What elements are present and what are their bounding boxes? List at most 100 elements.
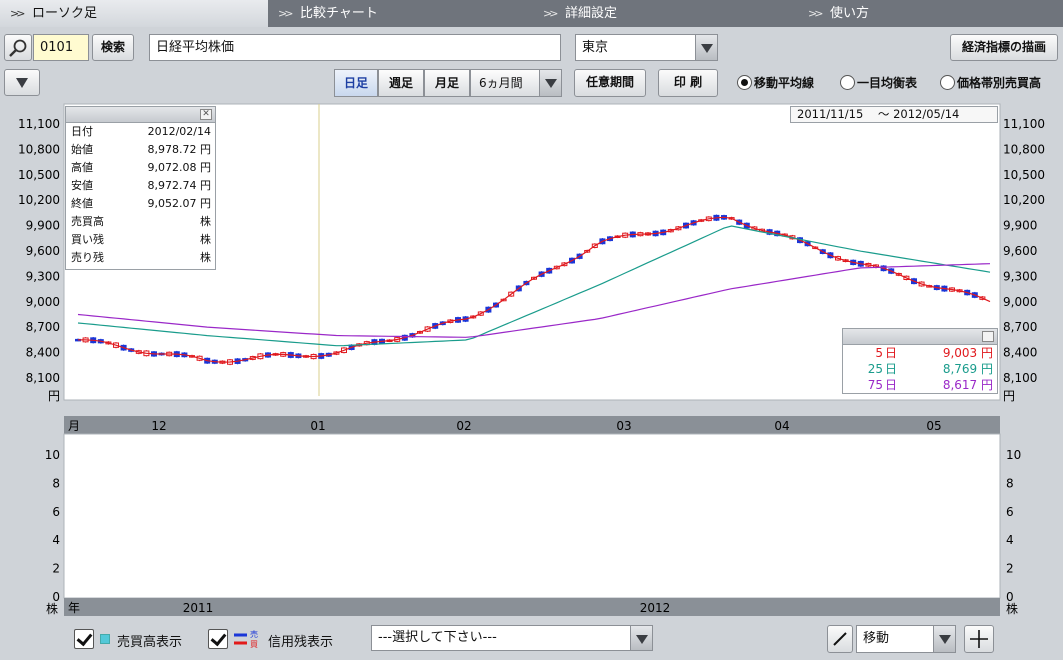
ma-row: 75 日 8,617 円 bbox=[843, 377, 997, 393]
price-tick-label: 8,400 bbox=[1003, 346, 1037, 360]
tab-help[interactable]: >> 使い方 bbox=[798, 0, 1063, 27]
stock-name-field[interactable]: 日経平均株価 bbox=[149, 34, 561, 61]
info-key: 高値 bbox=[71, 161, 93, 174]
ma-days: 75 bbox=[867, 378, 883, 392]
info-row: 高値 9,072.08 円 bbox=[66, 159, 215, 177]
triangle-down-icon bbox=[16, 78, 28, 88]
price-tick-label: 11,100 bbox=[18, 117, 60, 131]
overlay-volume-profile[interactable]: 価格帯別売買高 bbox=[940, 74, 1041, 92]
chevron-icon: >> bbox=[808, 7, 824, 20]
ma-row: 5 日 9,003 円 bbox=[843, 345, 997, 361]
custom-period-button[interactable]: 任意期間 bbox=[574, 69, 646, 97]
chevron-down-icon bbox=[539, 70, 561, 96]
info-row: 売り残 株 bbox=[66, 249, 215, 267]
menu-dropdown-button[interactable] bbox=[4, 69, 40, 96]
info-value: 株 bbox=[200, 251, 211, 264]
tab-bar: >> ローソク足 >> 比較チャート >> 詳細設定 >> 使い方 bbox=[0, 0, 1063, 27]
month-tick-label: 01 bbox=[310, 419, 325, 433]
price-tick-label: 8,100 bbox=[26, 371, 60, 385]
economic-indicator-button[interactable]: 経済指標の描画 bbox=[950, 34, 1058, 61]
volume-label: 売買高表示 bbox=[117, 635, 183, 650]
volume-unit: 株 bbox=[46, 601, 58, 616]
margin-checkbox[interactable] bbox=[208, 629, 228, 649]
minimize-icon[interactable] bbox=[982, 331, 994, 342]
price-tick-label: 10,500 bbox=[1003, 168, 1045, 182]
tool-select[interactable]: 移動 bbox=[856, 625, 956, 653]
chevron-down-icon bbox=[630, 626, 652, 650]
volume-unit: 株 bbox=[1006, 601, 1018, 616]
market-select[interactable]: 東京 bbox=[575, 34, 718, 61]
crosshair-button[interactable] bbox=[964, 625, 994, 653]
search-icon-button[interactable] bbox=[4, 34, 32, 61]
app-window: >> ローソク足 >> 比較チャート >> 詳細設定 >> 使い方 0101 検索 日経… bbox=[0, 0, 1063, 660]
price-tick-label: 9,000 bbox=[26, 295, 60, 309]
period-daily[interactable]: 日足 bbox=[334, 69, 378, 97]
print-button[interactable]: 印 刷 bbox=[658, 69, 718, 97]
price-unit: 円 bbox=[1003, 389, 1015, 403]
ma-rows: 5 日 9,003 円 25 日 8,769 円 75 日 8,617 円 bbox=[843, 345, 997, 393]
volume-tick-label: 8 bbox=[52, 476, 60, 490]
month-tick-label: 04 bbox=[774, 419, 789, 433]
year-tick-label: 2012 bbox=[640, 601, 671, 615]
range-from: 2011/11/15 bbox=[797, 107, 864, 121]
overlay-moving-average[interactable]: 移動平均線 bbox=[737, 74, 814, 92]
ma-unit: 日 bbox=[885, 378, 898, 392]
volume-tick-label: 2 bbox=[52, 562, 60, 576]
radio-label: 移動平均線 bbox=[754, 76, 815, 90]
chevron-down-icon bbox=[933, 626, 955, 652]
line-tool-icon bbox=[833, 632, 847, 646]
search-button[interactable]: 検索 bbox=[92, 34, 134, 61]
price-tick-label: 10,800 bbox=[18, 142, 60, 156]
volume-tick-label: 6 bbox=[52, 505, 60, 519]
year-tick-label: 2011 bbox=[183, 601, 214, 615]
tab-label: 使い方 bbox=[830, 6, 870, 21]
volume-tick-label: 2 bbox=[1006, 562, 1014, 576]
price-tick-label: 8,400 bbox=[26, 346, 60, 360]
info-key: 売買高 bbox=[71, 215, 104, 228]
info-key: 始値 bbox=[71, 143, 93, 156]
info-row: 始値 8,978.72 円 bbox=[66, 141, 215, 159]
info-row: 終値 9,052.07 円 bbox=[66, 195, 215, 213]
info-value: 9,052.07 円 bbox=[147, 197, 211, 210]
svg-text:売: 売 bbox=[250, 629, 258, 639]
tab-label: ローソク足 bbox=[32, 6, 98, 21]
price-unit: 円 bbox=[48, 389, 60, 403]
price-tick-label: 9,900 bbox=[26, 219, 60, 233]
chevron-icon: >> bbox=[10, 7, 26, 20]
volume-checkbox[interactable] bbox=[74, 629, 94, 649]
info-value: 2012/02/14 bbox=[147, 125, 211, 138]
price-tick-label: 9,300 bbox=[26, 269, 60, 283]
ma-unit: 日 bbox=[885, 346, 898, 360]
span-select[interactable]: 6ヵ月間 bbox=[470, 69, 562, 97]
tab-comparison[interactable]: >> 比較チャート bbox=[268, 0, 533, 27]
span-value: 6ヵ月間 bbox=[479, 76, 523, 90]
period-monthly[interactable]: 月足 bbox=[424, 69, 470, 97]
indicator-select[interactable]: ---選択して下さい--- bbox=[371, 625, 653, 651]
info-value: 8,978.72 円 bbox=[147, 143, 211, 156]
tab-label: 詳細設定 bbox=[565, 6, 618, 21]
radio-icon bbox=[737, 75, 752, 90]
close-icon[interactable]: ✕ bbox=[200, 109, 212, 120]
market-value: 東京 bbox=[582, 40, 609, 55]
price-tick-label: 10,500 bbox=[18, 168, 60, 182]
radio-label: 一目均衡表 bbox=[857, 76, 918, 90]
price-tick-label: 9,000 bbox=[1003, 295, 1037, 309]
volume-tick-label: 4 bbox=[1006, 533, 1014, 547]
draw-line-button[interactable] bbox=[827, 625, 853, 653]
volume-tick-label: 8 bbox=[1006, 476, 1014, 490]
tab-candlestick[interactable]: >> ローソク足 bbox=[0, 0, 268, 27]
code-input[interactable]: 0101 bbox=[33, 34, 89, 61]
month-tick-label: 02 bbox=[456, 419, 471, 433]
month-axis-label: 月 bbox=[68, 419, 80, 433]
period-weekly[interactable]: 週足 bbox=[378, 69, 424, 97]
info-value: 株 bbox=[200, 215, 211, 228]
price-tick-label: 9,300 bbox=[1003, 269, 1037, 283]
info-value: 9,072.08 円 bbox=[147, 161, 211, 174]
volume-tick-label: 4 bbox=[52, 533, 60, 547]
tab-settings[interactable]: >> 詳細設定 bbox=[533, 0, 798, 27]
info-key: 売り残 bbox=[71, 251, 104, 264]
year-axis-label: 年 bbox=[68, 601, 80, 615]
overlay-ichimoku[interactable]: 一目均衡表 bbox=[840, 74, 917, 92]
info-value: 株 bbox=[200, 233, 211, 246]
ma-unit: 日 bbox=[885, 362, 898, 376]
